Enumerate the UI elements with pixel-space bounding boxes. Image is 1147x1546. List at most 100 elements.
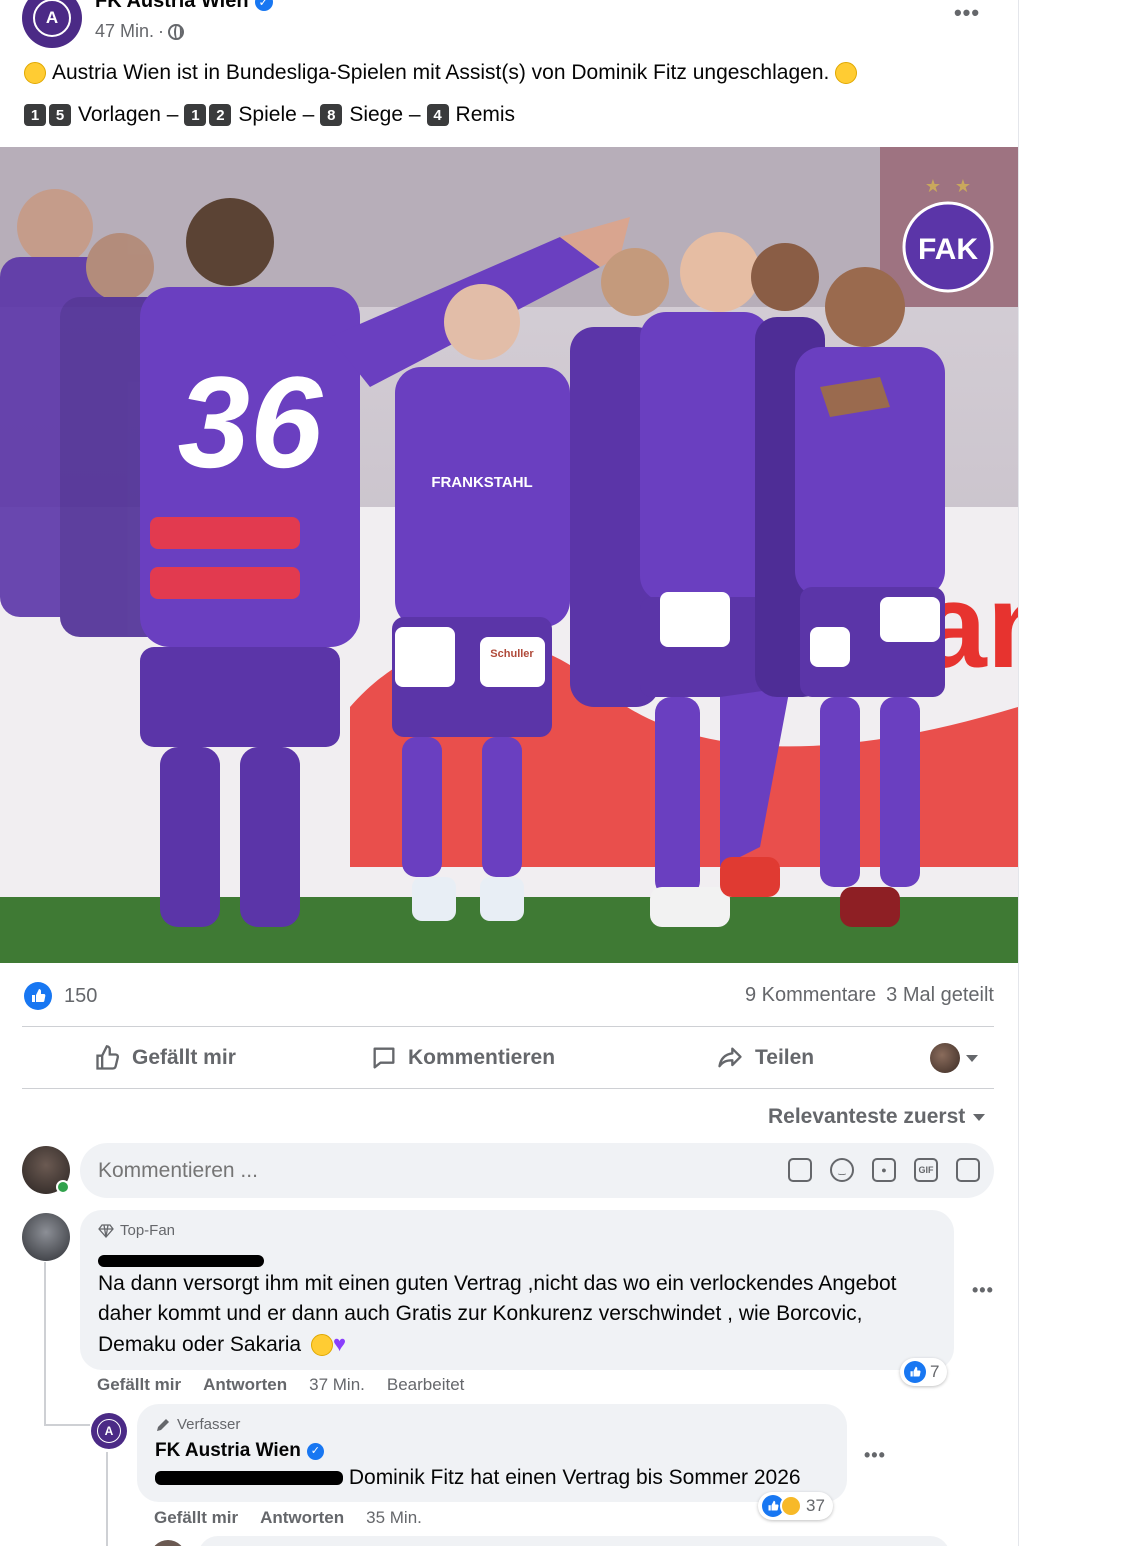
post-meta: 47 Min. · (95, 21, 185, 42)
verified-badge-icon: ✓ (306, 1442, 324, 1460)
relieved-face-emoji-icon (24, 62, 46, 84)
reaction-count: 7 (930, 1362, 940, 1381)
keycap-digit: 4 (426, 104, 449, 126)
post-more-button[interactable]: ••• (950, 0, 984, 28)
reaction-count: 37 (806, 1496, 825, 1515)
share-arrow-icon (718, 1047, 742, 1068)
monocle-face-emoji-icon (835, 62, 858, 84)
thread-line (44, 1262, 46, 1426)
reply-reactions[interactable]: 37 (758, 1492, 833, 1520)
commenter-avatar[interactable] (22, 1213, 70, 1261)
club-logo-icon: A (33, 0, 71, 37)
post-text: Austria Wien ist in Bundesliga-Spielen m… (52, 61, 830, 84)
thinking-face-emoji-icon (310, 1334, 333, 1357)
sticker-icon[interactable] (788, 1158, 812, 1182)
stat-label-vorlagen: Vorlagen – (78, 103, 179, 126)
keycap-digit: 2 (209, 104, 232, 126)
post-time[interactable]: 47 Min. (95, 21, 154, 42)
svg-text:★: ★ (925, 176, 941, 196)
care-reaction-icon (780, 1495, 802, 1517)
facebook-post: A FK Austria Wien ✓ 47 Min. · ••• Austri… (0, 0, 1018, 1546)
comment-input[interactable] (98, 1159, 698, 1183)
reply-body: Dominik Fitz hat einen Vertrag bis Somme… (155, 1463, 801, 1493)
divider (22, 1088, 994, 1089)
reply-reply-link[interactable]: Antworten (260, 1508, 344, 1528)
like-count[interactable]: 150 (64, 985, 97, 1008)
redacted-mention[interactable] (155, 1471, 343, 1486)
club-logo-icon: A (97, 1419, 121, 1443)
reply-more-button[interactable]: ••• (864, 1445, 886, 1466)
stat-label-spiele: Spiele – (238, 103, 315, 126)
comment-like-link[interactable]: Gefällt mir (97, 1375, 181, 1395)
post-text-line1: Austria Wien ist in Bundesliga-Spielen m… (24, 61, 858, 85)
comment-reply-link[interactable]: Antworten (203, 1375, 287, 1395)
page-avatar[interactable]: A (22, 0, 82, 48)
author-badge: Verfasser (155, 1416, 240, 1433)
react-as-switcher[interactable] (930, 1043, 978, 1073)
svg-text:★: ★ (955, 176, 971, 196)
team-celebration-image: Manner FAK ★ ★ 36 (0, 147, 1018, 963)
sort-label: Relevanteste zuerst (768, 1105, 966, 1128)
share-label: Teilen (755, 1046, 815, 1069)
badge-label: Top-Fan (120, 1222, 176, 1239)
reply-text: Dominik Fitz hat einen Vertrag bis Somme… (348, 1466, 801, 1489)
next-reply-bubble (198, 1536, 950, 1546)
stat-label-siege: Siege – (349, 103, 421, 126)
reaction-summary[interactable]: 150 (24, 982, 97, 1010)
next-reply-avatar[interactable] (150, 1540, 186, 1546)
post-stats-line: 15 Vorlagen – 12 Spiele – 8 Siege – 4 Re… (24, 103, 515, 127)
avatar-sticker-icon[interactable] (956, 1158, 980, 1182)
reply-author[interactable]: FK Austria Wien (155, 1440, 301, 1462)
composer-tools: ‿ ● GIF (788, 1158, 980, 1182)
reply-bubble: Verfasser FK Austria Wien ✓ Dominik Fitz… (137, 1404, 847, 1502)
page-name[interactable]: FK Austria Wien (95, 0, 249, 13)
reply-author-row: FK Austria Wien ✓ (155, 1440, 324, 1462)
keycap-digit: 5 (49, 104, 71, 126)
comment-bubble: Top-Fan Na dann versorgt ihm mit einen g… (80, 1210, 954, 1370)
chevron-down-icon (973, 1113, 986, 1121)
reply-like-link[interactable]: Gefällt mir (154, 1508, 238, 1528)
club-badge-text: FAK (918, 233, 978, 266)
diamond-icon (98, 1223, 114, 1238)
share-count-link[interactable]: 3 Mal geteilt (886, 984, 994, 1007)
comment-composer[interactable]: ‿ ● GIF (80, 1143, 994, 1198)
thread-line (44, 1424, 90, 1426)
stat-label-remis: Remis (455, 103, 516, 126)
pencil-icon (157, 1418, 169, 1431)
like-reaction-icon (904, 1361, 926, 1383)
thread-line (106, 1452, 108, 1546)
comment-time[interactable]: 37 Min. (309, 1375, 365, 1395)
post-photo[interactable]: Manner FAK ★ ★ 36 (0, 147, 1018, 963)
gif-icon[interactable]: GIF (914, 1158, 938, 1182)
emoji-icon[interactable]: ‿ (830, 1158, 854, 1182)
page-name-row[interactable]: FK Austria Wien ✓ (95, 0, 273, 13)
comment-text: Na dann versorgt ihm mit einen guten Ver… (98, 1272, 897, 1356)
globe-icon[interactable] (168, 23, 185, 40)
comment-label: Kommentieren (408, 1046, 556, 1069)
redacted-author[interactable] (98, 1252, 264, 1270)
comment-sort-dropdown[interactable]: Relevanteste zuerst (768, 1105, 986, 1129)
comment-more-button[interactable]: ••• (972, 1280, 994, 1301)
top-fan-badge: Top-Fan (98, 1222, 175, 1239)
redaction-mark (98, 1254, 264, 1267)
like-label: Gefällt mir (132, 1046, 236, 1069)
reply-time[interactable]: 35 Min. (366, 1508, 422, 1528)
camera-icon[interactable]: ● (872, 1158, 896, 1182)
page-background (1018, 0, 1147, 1546)
keycap-digit: 1 (24, 104, 46, 126)
divider (22, 1026, 994, 1027)
comment-reactions[interactable]: 7 (900, 1358, 948, 1386)
meta-separator: · (158, 21, 165, 41)
reply-actions: Gefällt mir Antworten 35 Min. (154, 1508, 422, 1528)
edited-label: Bearbeitet (386, 1375, 465, 1394)
online-status-icon (56, 1180, 70, 1194)
share-button[interactable]: Teilen (715, 1040, 814, 1076)
badge-label: Verfasser (177, 1416, 241, 1433)
comment-button[interactable]: Kommentieren (370, 1040, 555, 1076)
page-reply-avatar[interactable]: A (91, 1413, 127, 1449)
like-reaction-icon (24, 982, 52, 1010)
like-button[interactable]: Gefällt mir (94, 1040, 236, 1076)
shirt-sponsor: FRANKSTAHL (431, 474, 532, 491)
comment-body: Na dann versorgt ihm mit einen guten Ver… (98, 1269, 928, 1360)
comment-count-link[interactable]: 9 Kommentare (745, 984, 876, 1007)
